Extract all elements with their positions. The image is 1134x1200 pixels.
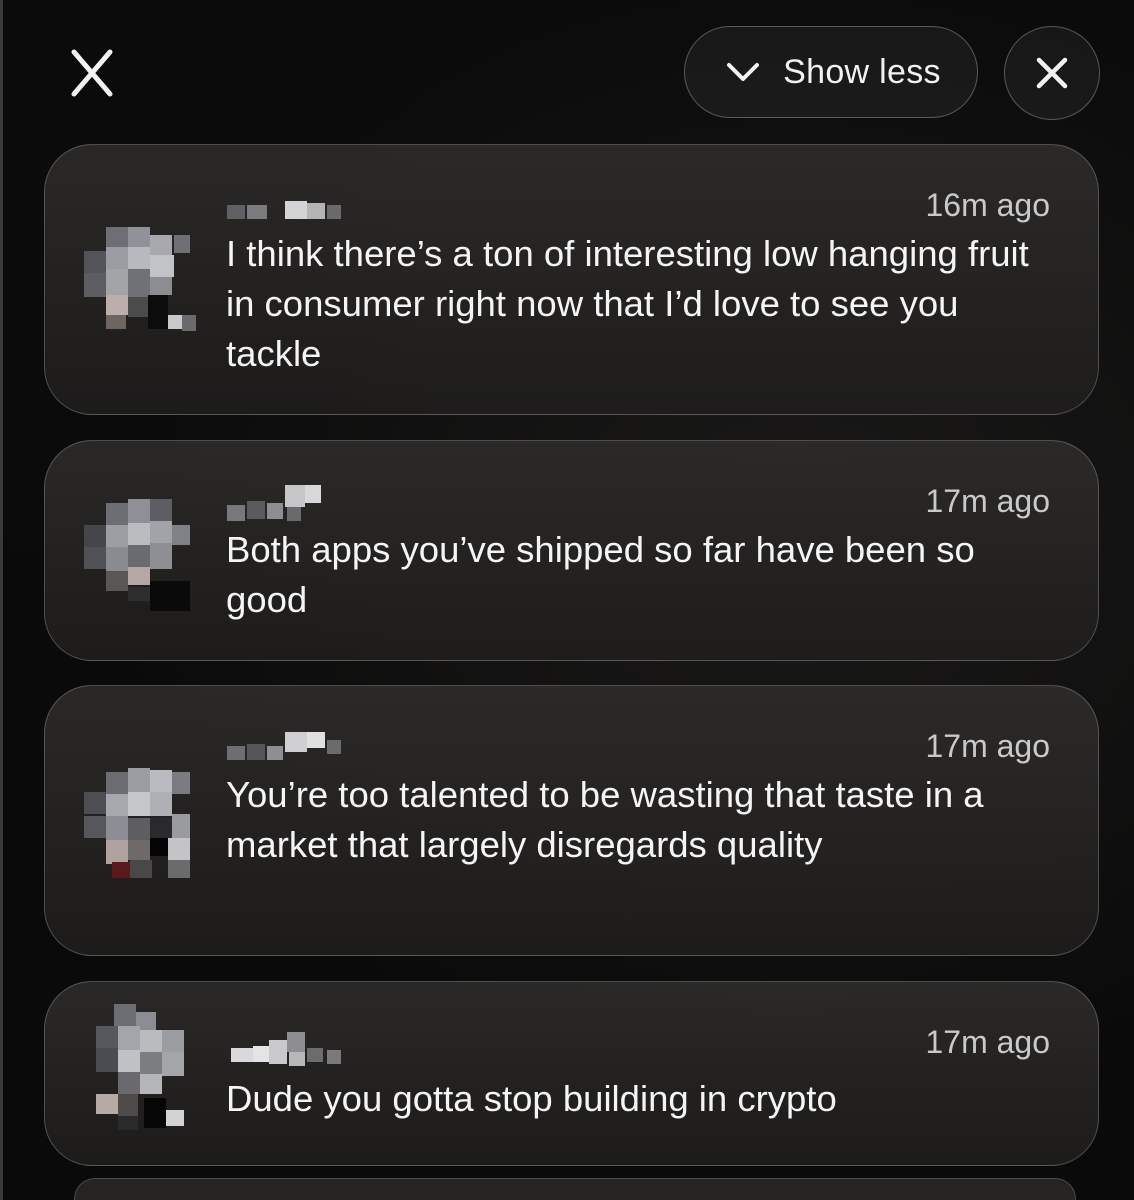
notification-card[interactable]: 16m ago I think there’s a ton of interes… xyxy=(44,144,1099,415)
left-edge-divider xyxy=(0,0,3,1200)
notification-card[interactable]: 17m ago Both apps you’ve shipped so far … xyxy=(44,440,1099,661)
avatar xyxy=(78,1002,210,1134)
close-x-icon[interactable] xyxy=(68,46,116,100)
show-less-label: Show less xyxy=(783,52,941,91)
show-less-button[interactable]: Show less xyxy=(684,26,978,118)
notification-message: Dude you gotta stop building in crypto xyxy=(226,1078,837,1119)
chevron-down-icon xyxy=(727,63,760,81)
notification-screen: Show less 16m ago I think there’s a ton … xyxy=(0,0,1134,1200)
notification-message: I think there’s a ton of interesting low… xyxy=(226,233,1029,374)
notification-message: Both apps you’ve shipped so far have bee… xyxy=(226,529,975,620)
notification-card[interactable]: 17m ago You’re too talented to be wastin… xyxy=(44,685,1099,956)
notification-message: You’re too talented to be wasting that t… xyxy=(226,774,984,865)
clear-all-button[interactable] xyxy=(1004,26,1100,120)
notification-card-peek xyxy=(74,1178,1076,1200)
notification-time: 16m ago xyxy=(925,187,1050,223)
notification-card[interactable]: 17m ago Dude you gotta stop building in … xyxy=(44,981,1099,1166)
avatar xyxy=(78,213,210,345)
avatar xyxy=(78,491,210,623)
avatar xyxy=(78,766,210,898)
notification-time: 17m ago xyxy=(925,483,1050,519)
close-icon xyxy=(1036,57,1068,89)
notification-time: 17m ago xyxy=(925,728,1050,764)
notification-time: 17m ago xyxy=(925,1024,1050,1060)
